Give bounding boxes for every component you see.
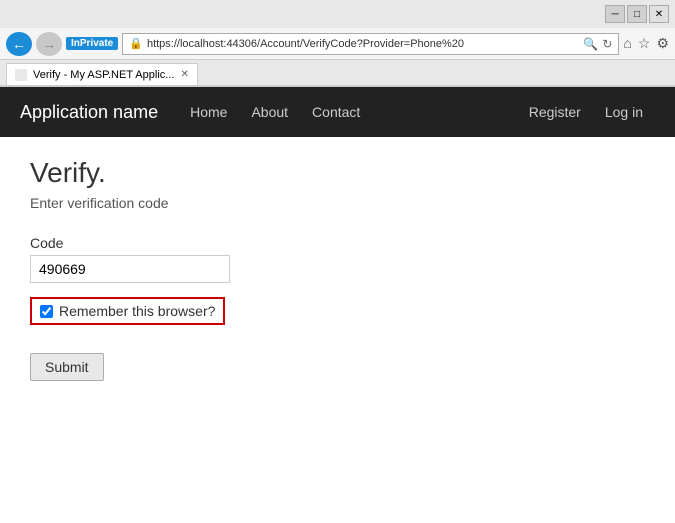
- home-icon[interactable]: ⌂: [623, 35, 631, 52]
- page-subtitle: Enter verification code: [30, 195, 645, 211]
- toolbar-icons: ⌂ ☆ ⚙: [623, 35, 669, 52]
- active-tab[interactable]: Verify - My ASP.NET Applic... ✕: [6, 63, 198, 85]
- remember-browser-text: Remember this browser?: [59, 303, 215, 319]
- forward-button[interactable]: →: [36, 32, 62, 56]
- remember-browser-group: Remember this browser?: [30, 297, 645, 339]
- back-button[interactable]: ←: [6, 32, 32, 56]
- app-brand[interactable]: Application name: [20, 87, 158, 138]
- favorites-icon[interactable]: ☆: [638, 35, 651, 52]
- nav-link-contact[interactable]: Contact: [300, 89, 372, 135]
- main-content: Verify. Enter verification code Code Rem…: [0, 137, 675, 437]
- nav-bar: ← → InPrivate 🔒 https://localhost:44306/…: [0, 28, 675, 60]
- browser-chrome: ─ □ ✕ ← → InPrivate 🔒 https://localhost:…: [0, 0, 675, 87]
- app-nav-links: Home About Contact: [178, 89, 372, 135]
- settings-icon[interactable]: ⚙: [656, 35, 669, 52]
- address-bar-icons: 🔍 ↻: [583, 37, 612, 51]
- nav-link-login[interactable]: Log in: [593, 89, 655, 135]
- restore-button[interactable]: □: [627, 5, 647, 23]
- app-nav-right: Register Log in: [517, 89, 655, 135]
- inprivate-badge: InPrivate: [66, 37, 118, 50]
- search-icon: 🔍: [583, 37, 598, 51]
- nav-link-about[interactable]: About: [239, 89, 300, 135]
- app-navbar: Application name Home About Contact Regi…: [0, 87, 675, 137]
- submit-button[interactable]: Submit: [30, 353, 104, 381]
- remember-browser-label[interactable]: Remember this browser?: [30, 297, 225, 325]
- close-button[interactable]: ✕: [649, 5, 669, 23]
- refresh-icon[interactable]: ↻: [602, 37, 612, 51]
- tab-title: Verify - My ASP.NET Applic...: [33, 69, 174, 81]
- address-lock-icon: 🔒: [129, 37, 143, 50]
- code-input[interactable]: [30, 255, 230, 283]
- page-title: Verify.: [30, 157, 645, 189]
- window-controls: ─ □ ✕: [605, 5, 669, 23]
- tab-close-button[interactable]: ✕: [180, 69, 188, 80]
- address-text: https://localhost:44306/Account/VerifyCo…: [147, 38, 579, 50]
- nav-link-home[interactable]: Home: [178, 89, 239, 135]
- address-bar[interactable]: 🔒 https://localhost:44306/Account/Verify…: [122, 33, 619, 55]
- code-form-group: Code: [30, 235, 645, 283]
- nav-link-register[interactable]: Register: [517, 89, 593, 135]
- tab-favicon: [15, 69, 27, 81]
- code-label: Code: [30, 235, 645, 251]
- title-bar: ─ □ ✕: [0, 0, 675, 28]
- remember-browser-checkbox[interactable]: [40, 305, 53, 318]
- tab-bar: Verify - My ASP.NET Applic... ✕: [0, 60, 675, 86]
- minimize-button[interactable]: ─: [605, 5, 625, 23]
